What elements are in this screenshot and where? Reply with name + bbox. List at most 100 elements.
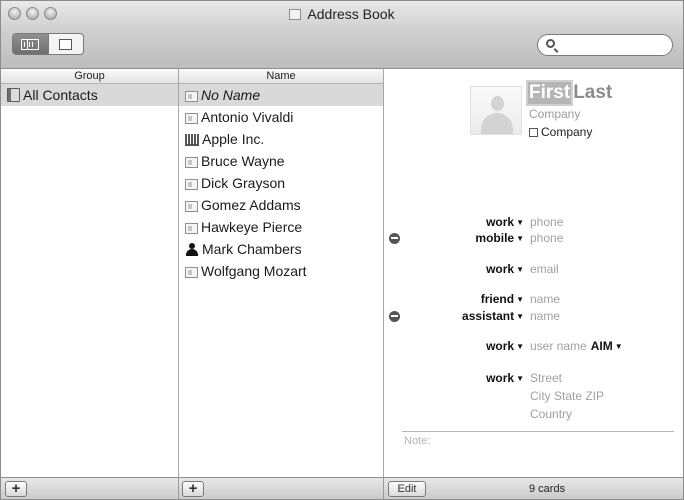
phone-label-text: work	[486, 215, 515, 229]
country-field[interactable]: Country	[530, 407, 572, 421]
phone-label-text: mobile	[475, 231, 515, 245]
related-label-text: assistant	[462, 309, 515, 323]
search-icon	[546, 39, 555, 48]
company-checkbox[interactable]	[529, 128, 538, 137]
card-pane: First Last Company Company work ▼ phone mo…	[384, 69, 683, 477]
address-book-icon	[7, 88, 20, 102]
address-label-work[interactable]: work ▼	[384, 371, 524, 385]
phone-label-mobile[interactable]: mobile ▼	[384, 231, 524, 245]
phone-field-mobile[interactable]: phone	[530, 231, 563, 245]
list-item-label: No Name	[201, 87, 261, 103]
search-input[interactable]	[560, 37, 664, 53]
card-view-icon	[59, 38, 73, 50]
list-item-label: Bruce Wayne	[201, 153, 285, 169]
list-item-label: Dick Grayson	[201, 175, 286, 191]
address-label-text: work	[486, 371, 515, 385]
list-and-card-view-button[interactable]	[13, 34, 48, 54]
search-field[interactable]	[537, 34, 673, 56]
related-label-text: friend	[480, 292, 515, 306]
view-segmented-control	[12, 33, 84, 55]
contact-photo-placeholder[interactable]	[470, 86, 522, 135]
add-group-button[interactable]: +	[5, 481, 27, 497]
card-icon	[185, 201, 198, 212]
first-name-field[interactable]: First	[528, 82, 572, 104]
city-state-zip-field[interactable]: City State ZIP	[530, 389, 604, 403]
dropdown-arrow-icon: ▼	[516, 342, 524, 351]
im-label-text: work	[486, 339, 515, 353]
list-item[interactable]: Hawkeye Pierce	[179, 216, 383, 238]
list-item[interactable]: Antonio Vivaldi	[179, 106, 383, 128]
name-column-header: Name	[179, 69, 383, 84]
group-item-label: All Contacts	[23, 87, 98, 103]
list-item-label: Apple Inc.	[202, 131, 265, 147]
card-icon	[185, 113, 198, 124]
card-only-view-button[interactable]	[47, 34, 84, 54]
related-field-assistant[interactable]: name	[530, 309, 560, 323]
dropdown-arrow-icon: ▼	[614, 342, 623, 351]
related-label-friend[interactable]: friend ▼	[384, 292, 524, 306]
company-icon	[185, 134, 199, 146]
im-username-placeholder: user name	[530, 339, 587, 353]
dropdown-arrow-icon: ▼	[516, 218, 524, 227]
card-icon	[185, 179, 198, 190]
columns-view-icon	[21, 38, 40, 50]
last-name-field[interactable]: Last	[573, 82, 612, 103]
bottom-divider	[383, 478, 384, 499]
bottom-divider	[178, 478, 179, 499]
list-item[interactable]: Dick Grayson	[179, 172, 383, 194]
card-icon	[185, 223, 198, 234]
im-service-text: AIM	[590, 339, 613, 353]
list-item-label: Gomez Addams	[201, 197, 301, 213]
list-item-label: Antonio Vivaldi	[201, 109, 294, 125]
address-book-doc-icon	[289, 9, 302, 20]
group-column: Group All Contacts	[1, 69, 179, 477]
list-item[interactable]: No Name	[179, 84, 383, 106]
window-title: Address Book	[1, 6, 683, 22]
company-field[interactable]: Company	[529, 107, 580, 121]
title-toolbar: Address Book	[1, 1, 683, 69]
list-item[interactable]: Mark Chambers	[179, 238, 383, 260]
group-column-header: Group	[1, 69, 178, 84]
list-item-label: Hawkeye Pierce	[201, 219, 303, 235]
list-item-label: Wolfgang Mozart	[201, 263, 307, 279]
email-label-work[interactable]: work ▼	[384, 262, 524, 276]
email-label-text: work	[486, 262, 515, 276]
card-icon	[185, 91, 198, 102]
silhouette-shoulders	[481, 113, 513, 134]
card-icon	[185, 157, 198, 168]
note-divider	[402, 431, 674, 432]
card-count: 9 cards	[529, 483, 566, 495]
card-icon	[185, 267, 198, 278]
related-label-assistant[interactable]: assistant ▼	[384, 309, 524, 323]
street-field[interactable]: Street	[530, 371, 562, 385]
email-field-work[interactable]: email	[530, 262, 559, 276]
list-item[interactable]: Wolfgang Mozart	[179, 260, 383, 282]
me-card-icon	[185, 243, 199, 256]
company-checkbox-label: Company	[541, 125, 593, 139]
silhouette-head	[491, 96, 504, 111]
dropdown-arrow-icon: ▼	[516, 295, 524, 304]
related-field-friend[interactable]: name	[530, 292, 560, 306]
note-field[interactable]: Note:	[404, 435, 430, 447]
dropdown-arrow-icon: ▼	[516, 312, 524, 321]
bottom-bar: + + Edit 9 cards	[1, 477, 683, 499]
im-service-popup[interactable]: AIM ▼	[591, 339, 623, 353]
list-item-label: Mark Chambers	[202, 241, 302, 257]
list-item[interactable]: Gomez Addams	[179, 194, 383, 216]
group-item-all-contacts[interactable]: All Contacts	[1, 84, 178, 106]
window-title-text: Address Book	[307, 6, 395, 22]
phone-label-work[interactable]: work ▼	[384, 215, 524, 229]
add-person-button[interactable]: +	[182, 481, 204, 497]
dropdown-arrow-icon: ▼	[516, 265, 524, 274]
im-label-work[interactable]: work ▼	[384, 339, 524, 353]
list-item[interactable]: Apple Inc.	[179, 128, 383, 150]
dropdown-arrow-icon: ▼	[516, 374, 524, 383]
list-item[interactable]: Bruce Wayne	[179, 150, 383, 172]
name-column: Name No Name Antonio Vivaldi Apple Inc. …	[179, 69, 384, 477]
edit-button[interactable]: Edit	[388, 481, 426, 497]
address-book-window: Address Book Group All Contacts Name No …	[0, 0, 684, 500]
phone-field-work[interactable]: phone	[530, 215, 563, 229]
dropdown-arrow-icon: ▼	[516, 234, 524, 243]
im-field[interactable]: user name AIM ▼	[530, 339, 623, 353]
company-checkbox-row[interactable]: Company	[529, 125, 592, 139]
